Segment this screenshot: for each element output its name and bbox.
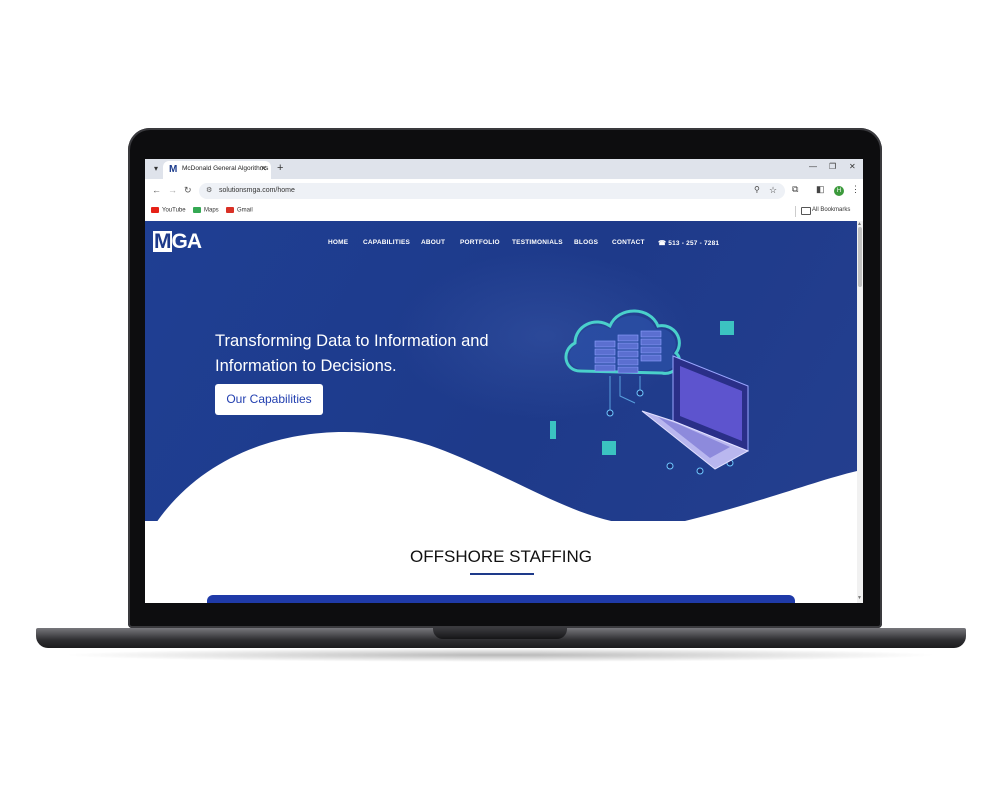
tab-bar: ▾ M McDonald General Algorithms ✕ + — ❐ …: [145, 159, 863, 179]
folder-icon: [801, 207, 811, 215]
back-icon[interactable]: ←: [152, 185, 161, 195]
site-favicon-icon: M: [169, 164, 178, 175]
profile-avatar[interactable]: H: [834, 186, 844, 196]
laptop-shadow: [60, 648, 940, 662]
toolbar: ← → ↻ ⚙ solutionsmga.com/home ⚲ ☆ ⧉ ◧ H …: [145, 179, 863, 204]
menu-icon[interactable]: ⋮: [851, 184, 860, 195]
nav-home[interactable]: HOME: [328, 239, 348, 246]
nav-contact[interactable]: CONTACT: [612, 239, 645, 246]
gmail-icon: [226, 207, 234, 213]
scrollbar-thumb[interactable]: [858, 227, 862, 287]
section-underline: [470, 573, 534, 575]
close-tab-icon[interactable]: ✕: [260, 164, 267, 173]
nav-phone[interactable]: ☎ 513 - 257 - 7281: [658, 239, 719, 247]
web-page: MGA HOME CAPABILITIES ABOUT PORTFOLIO TE…: [145, 221, 857, 603]
nav-portfolio[interactable]: PORTFOLIO: [460, 239, 500, 246]
browser-tab[interactable]: M McDonald General Algorithms ✕: [163, 161, 271, 179]
zoom-icon[interactable]: ⚲: [754, 185, 760, 194]
nav-testimonials[interactable]: TESTIMONIALS: [512, 239, 563, 246]
minimize-icon[interactable]: —: [809, 162, 817, 171]
site-info-icon[interactable]: ⚙: [206, 186, 212, 194]
url-text: solutionsmga.com/home: [219, 187, 295, 194]
nav-capabilities[interactable]: CAPABILITIES: [363, 239, 410, 246]
bookmark-star-icon[interactable]: ☆: [769, 185, 777, 196]
bookmarks-bar: YouTube Maps Gmail All Bookmarks: [145, 203, 863, 222]
scroll-up-icon[interactable]: ▲: [857, 221, 862, 227]
tab-title: McDonald General Algorithms: [182, 165, 269, 172]
bookmark-gmail[interactable]: Gmail: [226, 207, 253, 214]
side-panel-icon[interactable]: ◧: [816, 184, 825, 195]
new-tab-button[interactable]: +: [277, 162, 283, 174]
headline-line-2: Information to Decisions.: [215, 357, 397, 375]
maps-icon: [193, 207, 201, 213]
tab-search-icon[interactable]: ▾: [150, 163, 162, 175]
browser-window: ▾ M McDonald General Algorithms ✕ + — ❐ …: [145, 159, 863, 603]
nav-blogs[interactable]: BLOGS: [574, 239, 598, 246]
restore-icon[interactable]: ❐: [829, 162, 836, 171]
connector-lines: [609, 376, 641, 411]
extensions-icon[interactable]: ⧉: [792, 184, 798, 195]
bookmark-maps[interactable]: Maps: [193, 207, 219, 214]
laptop-notch: [433, 628, 567, 639]
site-logo[interactable]: MGA: [153, 231, 202, 253]
close-window-icon[interactable]: ✕: [849, 162, 856, 171]
bookmark-separator: [795, 206, 796, 217]
youtube-icon: [151, 207, 159, 213]
our-capabilities-button[interactable]: Our Capabilities: [215, 384, 323, 415]
staffing-card[interactable]: [207, 595, 795, 603]
reload-icon[interactable]: ↻: [184, 185, 192, 196]
bookmark-youtube[interactable]: YouTube: [151, 207, 186, 214]
nav-about[interactable]: ABOUT: [421, 239, 445, 246]
scroll-down-icon[interactable]: ▼: [857, 595, 862, 601]
address-bar[interactable]: ⚙ solutionsmga.com/home ⚲ ☆: [199, 183, 785, 199]
cloud-laptop-illustration: [550, 309, 750, 475]
forward-icon[interactable]: →: [168, 185, 177, 195]
section-title: OFFSHORE STAFFING: [410, 547, 592, 566]
all-bookmarks-button[interactable]: All Bookmarks: [812, 207, 850, 213]
headline-line-1: Transforming Data to Information and: [215, 332, 489, 350]
hero-headline: Transforming Data to Information and Inf…: [215, 329, 535, 379]
